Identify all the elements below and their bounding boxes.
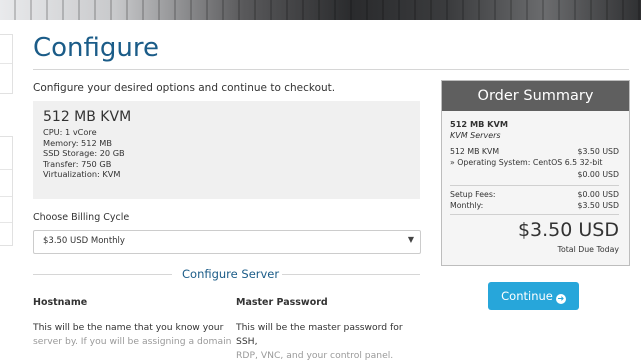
line-item-label: 512 MB KVM (450, 147, 500, 156)
hostname-desc-line: This will be the name that you know your (33, 322, 224, 333)
summary-product-group: KVM Servers (450, 131, 501, 140)
title-divider (33, 69, 629, 70)
master-password-description: This will be the master password for SSH… (236, 321, 426, 363)
password-desc-line: RDP, VNC, and your control panel. (236, 350, 394, 361)
summary-line-item: 512 MB KVM $3.50 USD (450, 147, 619, 156)
header-banner (0, 0, 641, 20)
intro-text: Configure your desired options and conti… (33, 82, 336, 94)
page-title: Configure (33, 33, 160, 63)
billing-cycle-label: Choose Billing Cycle (33, 212, 130, 223)
section-divider-right (282, 274, 420, 275)
billing-cycle-select[interactable]: $3.50 USD Monthly ▼ (33, 230, 421, 254)
total-amount: $3.50 USD (517, 219, 619, 241)
hostname-description: This will be the name that you know your… (33, 321, 233, 349)
monthly-price: $3.50 USD (577, 201, 619, 210)
order-summary-header: Order Summary (442, 81, 629, 111)
arrow-right-circle-icon: ➜ (555, 294, 566, 304)
summary-monthly: Monthly: $3.50 USD (450, 201, 619, 210)
summary-total: $3.50 USD (450, 219, 619, 241)
sidebar-edge (0, 34, 13, 246)
total-due-label: Total Due Today (557, 245, 619, 254)
monthly-label: Monthly: (450, 201, 484, 210)
hostname-desc-line: server by. If you will be assigning a do… (33, 336, 232, 347)
summary-total-label-row: Total Due Today (450, 245, 619, 254)
spec-transfer: Transfer: 750 GB (43, 158, 112, 169)
product-specs: CPU: 1 vCore Memory: 512 MB SSD Storage:… (43, 127, 125, 180)
chevron-down-icon: ▼ (407, 235, 414, 244)
product-name: 512 MB KVM (43, 109, 132, 125)
spec-storage: SSD Storage: 20 GB (43, 148, 125, 158)
setup-fees-price: $0.00 USD (577, 190, 619, 199)
setup-fees-label: Setup Fees: (450, 190, 496, 199)
os-label: » Operating System: CentOS 6.5 32-bit (450, 158, 603, 167)
master-password-label: Master Password (236, 297, 328, 308)
line-item-price: $3.50 USD (577, 147, 619, 156)
summary-divider (450, 185, 619, 186)
billing-cycle-value: $3.50 USD Monthly (43, 236, 125, 246)
summary-product-name: 512 MB KVM (450, 119, 509, 129)
spec-virtualization: Virtualization: KVM (43, 169, 121, 179)
summary-setup-fees: Setup Fees: $0.00 USD (450, 190, 619, 199)
continue-button[interactable]: Continue ➜ (488, 282, 579, 310)
order-summary-panel: Order Summary 512 MB KVM KVM Servers 512… (441, 80, 630, 266)
spec-cpu: CPU: 1 vCore (43, 127, 97, 137)
os-price: $0.00 USD (577, 170, 619, 179)
password-desc-line: This will be the master password for SSH… (236, 322, 403, 347)
product-info-box: 512 MB KVM CPU: 1 vCore Memory: 512 MB S… (33, 101, 420, 199)
summary-os-line: » Operating System: CentOS 6.5 32-bit (450, 158, 619, 167)
configure-server-heading: Configure Server (182, 267, 280, 281)
section-divider-left (33, 274, 172, 275)
summary-divider (450, 214, 619, 215)
continue-label: Continue (501, 289, 553, 303)
spec-memory: Memory: 512 MB (43, 137, 112, 148)
hostname-label: Hostname (33, 297, 88, 308)
